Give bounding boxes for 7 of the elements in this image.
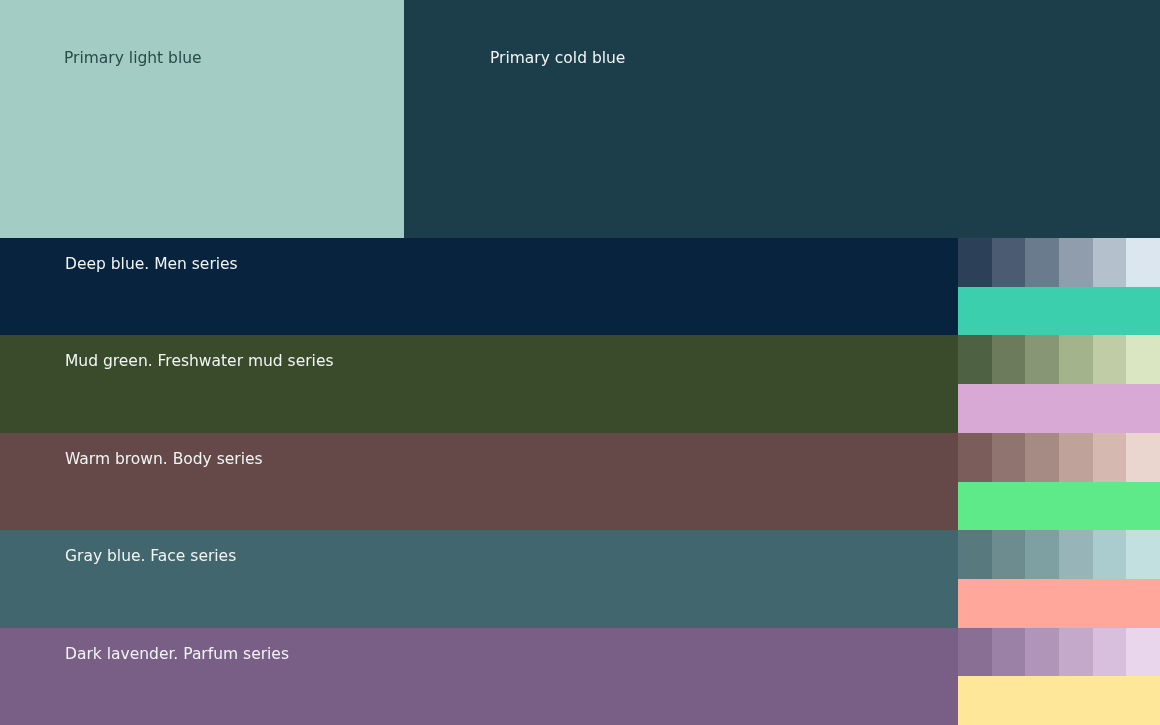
color-label: Primary cold blue bbox=[490, 48, 626, 68]
series-label: Mud green. Freshwater mud series bbox=[65, 351, 334, 372]
series-label: Deep blue. Men series bbox=[65, 254, 238, 274]
color-label: Primary light blue bbox=[64, 48, 202, 68]
series-label: Warm brown. Body series bbox=[65, 448, 263, 469]
series-label: Gray blue. Face series bbox=[65, 546, 237, 567]
series-label: Dark lavender. Parfum series bbox=[65, 643, 289, 664]
